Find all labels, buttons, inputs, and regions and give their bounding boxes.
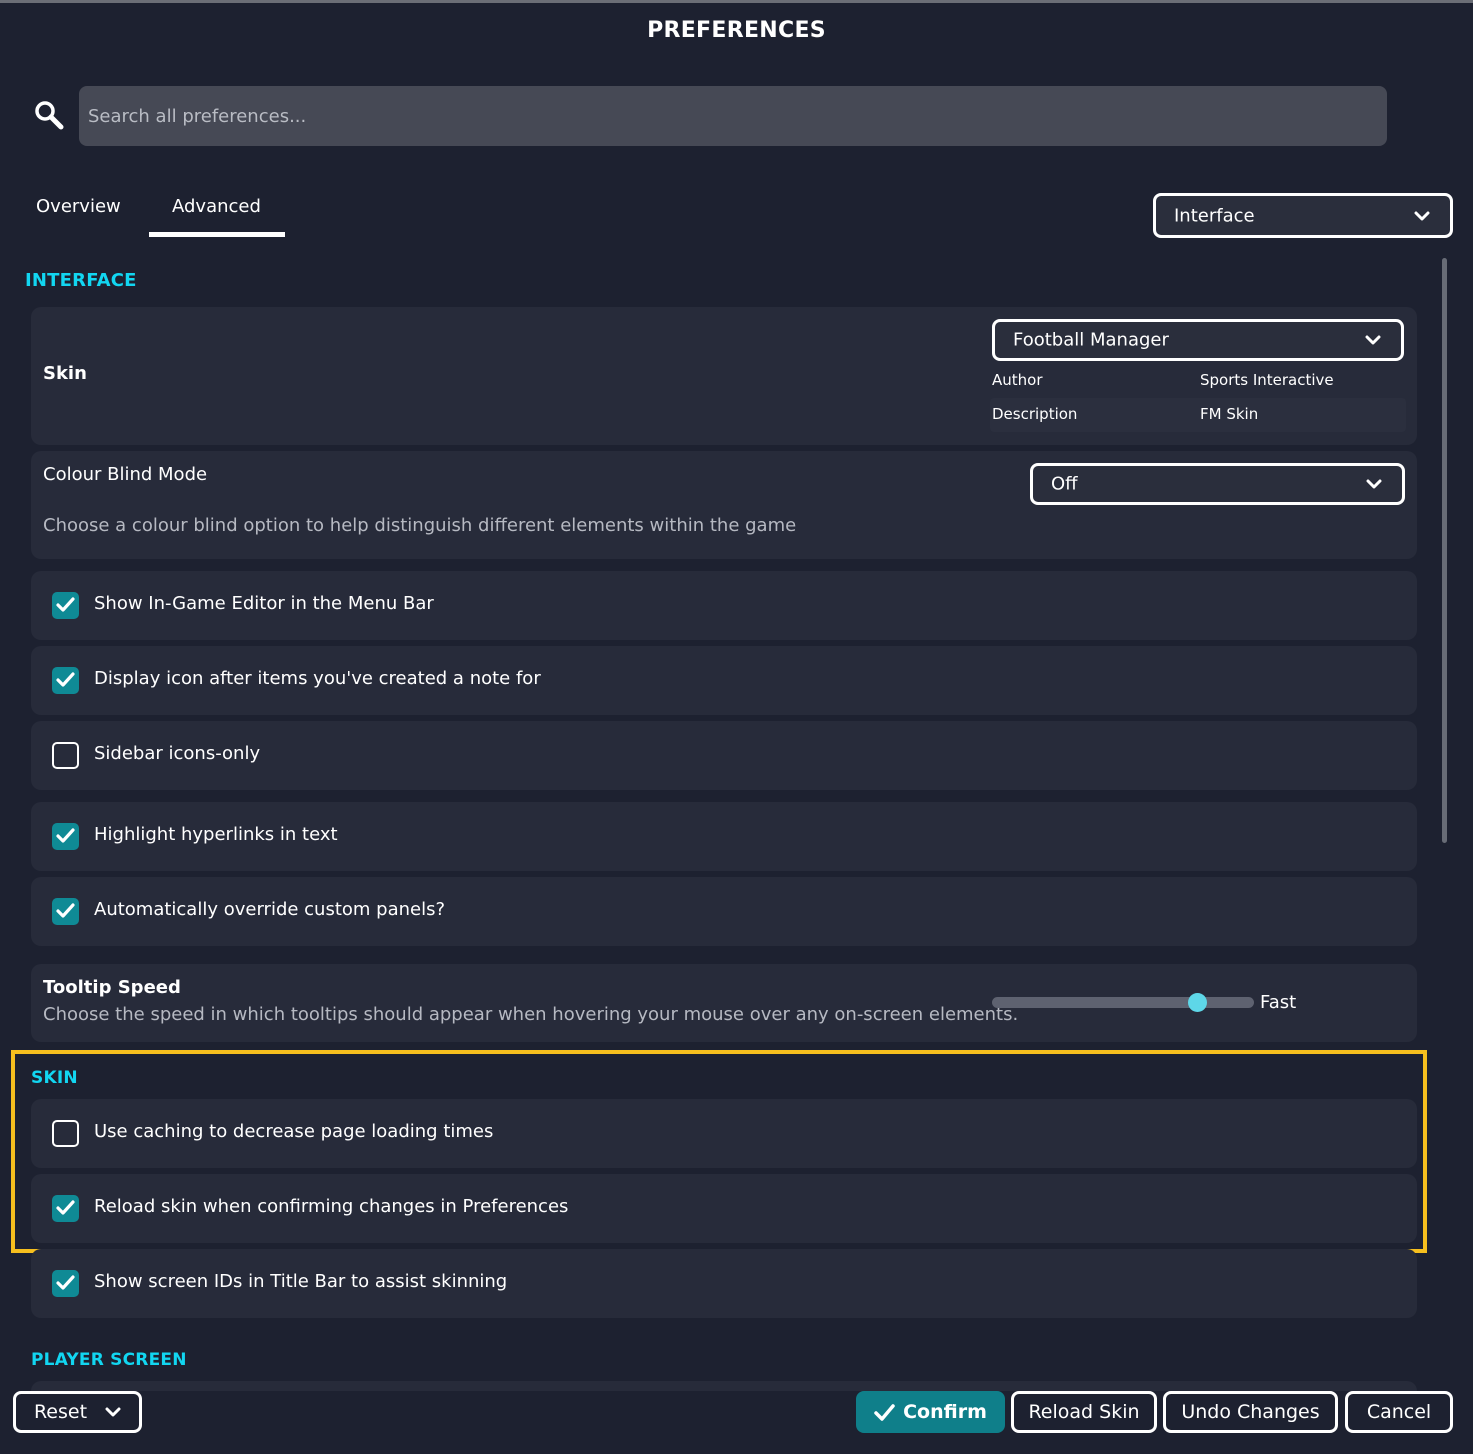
checkbox-override-custom-panels[interactable]	[52, 898, 79, 925]
reset-button[interactable]: Reset	[13, 1391, 142, 1433]
checkmark-icon	[56, 672, 75, 687]
window-top-border	[0, 0, 1473, 3]
page-title: PREFERENCES	[647, 18, 826, 43]
cancel-button-label: Cancel	[1366, 1401, 1432, 1423]
checkbox-highlight-hyperlinks[interactable]	[52, 823, 79, 850]
section-title-interface: INTERFACE	[25, 270, 137, 291]
section-title-skin: SKIN	[31, 1068, 78, 1088]
colour-blind-dropdown-value: Off	[1051, 473, 1078, 495]
checkmark-icon	[56, 1275, 75, 1290]
checkmark-icon	[874, 1403, 895, 1421]
checkmark-icon	[56, 597, 75, 612]
tab-overview[interactable]: Overview	[36, 196, 121, 217]
section-title-player-screen: PLAYER SCREEN	[31, 1350, 187, 1370]
chevron-down-icon	[105, 1407, 121, 1417]
colour-blind-dropdown[interactable]: Off	[1030, 463, 1405, 505]
skin-description-label: Description	[992, 405, 1078, 423]
list-item	[31, 1381, 1417, 1391]
skin-setting-label: Skin	[43, 363, 87, 384]
colour-blind-label: Colour Blind Mode	[43, 464, 208, 485]
checkbox-show-in-game-editor[interactable]	[52, 592, 79, 619]
tab-advanced[interactable]: Advanced	[172, 196, 261, 217]
skin-description-value: FM Skin	[1200, 405, 1259, 423]
checkbox-reload-skin-on-confirm[interactable]	[52, 1195, 79, 1222]
checkbox-use-caching[interactable]	[52, 1120, 79, 1147]
cancel-button[interactable]: Cancel	[1345, 1391, 1453, 1433]
tooltip-speed-description: Choose the speed in which tooltips shoul…	[43, 1004, 1019, 1025]
checkbox-label: Highlight hyperlinks in text	[94, 824, 338, 845]
active-tab-indicator	[149, 232, 285, 237]
checkbox-label: Automatically override custom panels?	[94, 899, 446, 920]
checkbox-label: Show screen IDs in Title Bar to assist s…	[94, 1271, 508, 1292]
checkbox-label: Reload skin when confirming changes in P…	[94, 1196, 569, 1217]
skin-author-value: Sports Interactive	[1200, 371, 1334, 389]
reload-skin-button[interactable]: Reload Skin	[1011, 1391, 1157, 1433]
checkbox-label: Display icon after items you've created …	[94, 668, 541, 689]
reload-skin-button-label: Reload Skin	[1028, 1401, 1140, 1423]
skin-dropdown-value: Football Manager	[1013, 329, 1169, 351]
checkbox-label: Use caching to decrease page loading tim…	[94, 1121, 494, 1142]
tooltip-speed-label: Tooltip Speed	[43, 977, 181, 998]
checkmark-icon	[56, 903, 75, 918]
chevron-down-icon	[1414, 211, 1430, 220]
tooltip-speed-slider-handle[interactable]	[1188, 993, 1207, 1012]
chevron-down-icon	[1365, 335, 1381, 345]
skin-author-label: Author	[992, 371, 1043, 389]
undo-changes-button[interactable]: Undo Changes	[1163, 1391, 1338, 1433]
tooltip-speed-value: Fast	[1260, 992, 1297, 1013]
skin-dropdown[interactable]: Football Manager	[992, 319, 1404, 361]
reset-button-label: Reset	[33, 1401, 88, 1423]
chevron-down-icon	[1366, 479, 1382, 489]
category-dropdown-value: Interface	[1174, 205, 1255, 226]
checkbox-display-note-icon[interactable]	[52, 667, 79, 694]
confirm-button-label: Confirm	[903, 1401, 987, 1423]
search-input[interactable]	[79, 86, 1387, 146]
checkmark-icon	[56, 1200, 75, 1215]
checkbox-sidebar-icons-only[interactable]	[52, 742, 79, 769]
confirm-button[interactable]: Confirm	[856, 1391, 1005, 1433]
colour-blind-description: Choose a colour blind option to help dis…	[43, 515, 797, 536]
checkbox-label: Show In-Game Editor in the Menu Bar	[94, 593, 434, 614]
checkbox-label: Sidebar icons-only	[94, 743, 261, 764]
search-icon	[35, 101, 64, 130]
undo-changes-button-label: Undo Changes	[1181, 1401, 1320, 1423]
checkbox-show-screen-ids[interactable]	[52, 1270, 79, 1297]
category-dropdown[interactable]: Interface	[1153, 193, 1453, 238]
scrollbar[interactable]	[1442, 258, 1447, 843]
tooltip-speed-slider[interactable]	[992, 997, 1254, 1008]
checkmark-icon	[56, 828, 75, 843]
